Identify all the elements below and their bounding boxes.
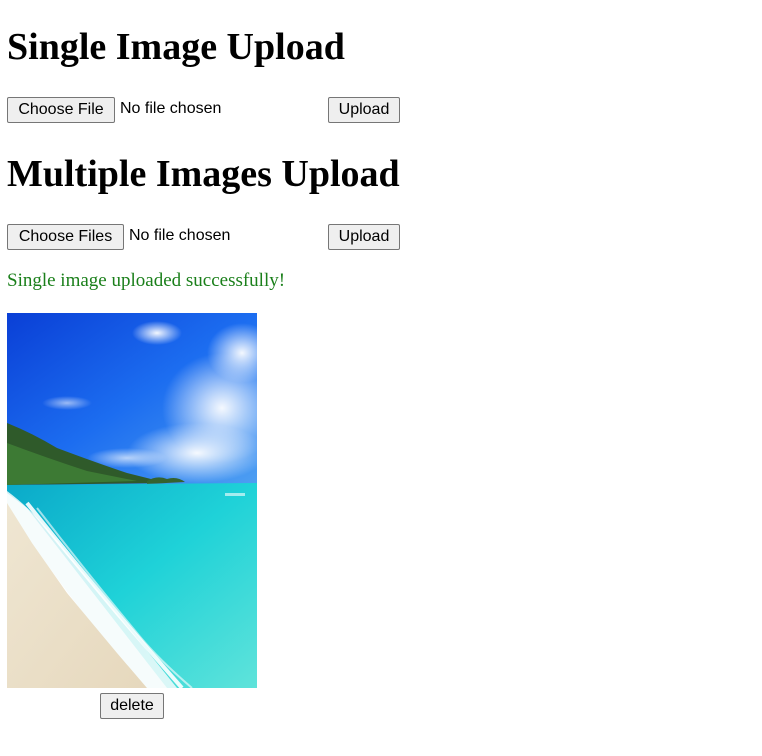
multiple-file-status: No file chosen [129,227,231,244]
multiple-upload-heading: Multiple Images Upload [7,153,400,195]
uploaded-image-preview [7,313,257,688]
single-choose-file-button[interactable]: Choose File [7,97,115,123]
single-file-status: No file chosen [120,100,222,117]
single-upload-button[interactable]: Upload [328,97,400,123]
delete-image-button[interactable]: delete [100,693,164,719]
success-message: Single image uploaded successfully! [7,270,286,291]
single-upload-heading: Single Image Upload [7,26,345,68]
multiple-upload-button[interactable]: Upload [328,224,400,250]
multiple-choose-files-button[interactable]: Choose Files [7,224,124,250]
